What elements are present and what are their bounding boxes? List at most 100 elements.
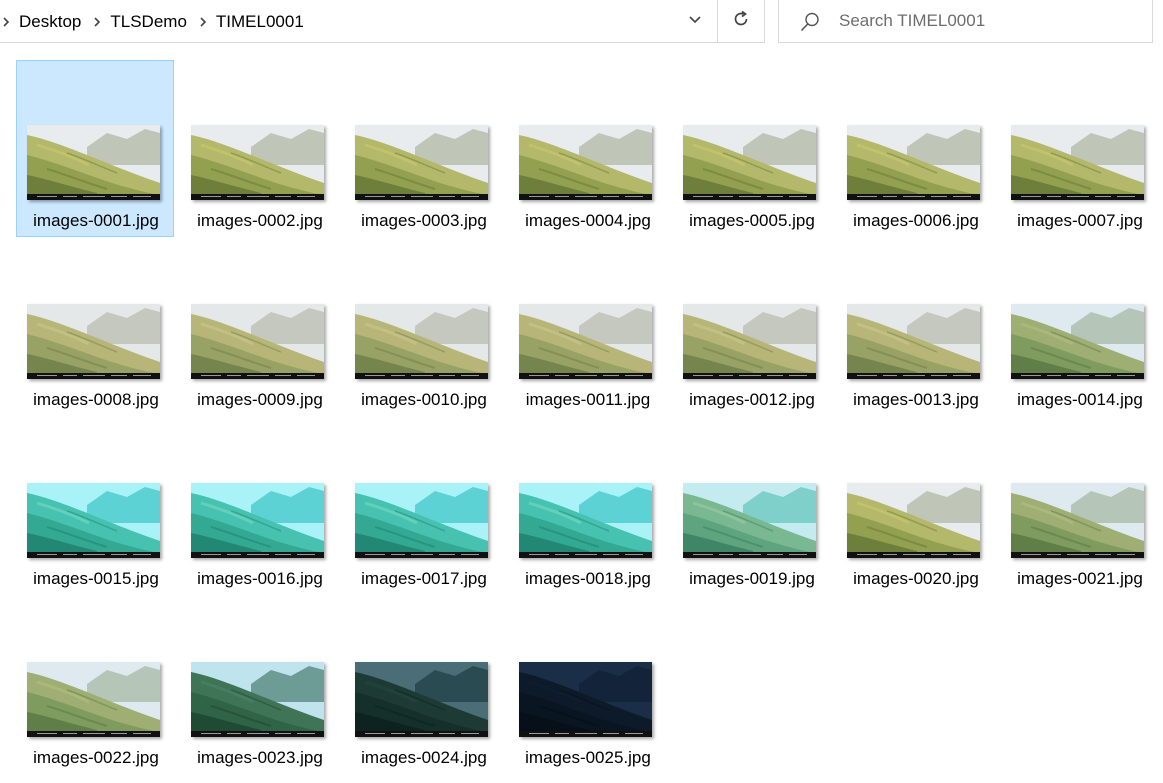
timestamp-strip [27, 552, 160, 558]
timestamp-strip [683, 194, 816, 200]
file-item[interactable]: images-0006.jpg [836, 60, 994, 237]
timestamp-strip [355, 731, 488, 737]
image-thumbnail [847, 483, 980, 558]
file-item[interactable]: images-0011.jpg [508, 239, 666, 416]
file-item[interactable]: images-0021.jpg [1000, 418, 1158, 595]
image-thumbnail [683, 304, 816, 379]
timestamp-strip [847, 194, 980, 200]
image-thumbnail [519, 125, 652, 200]
image-thumbnail [519, 304, 652, 379]
timestamp-strip [191, 552, 324, 558]
image-thumbnail [519, 662, 652, 737]
image-thumbnail [1011, 483, 1144, 558]
timestamp-strip [519, 731, 652, 737]
file-item[interactable]: images-0020.jpg [836, 418, 994, 595]
chevron-right-icon[interactable] [90, 15, 104, 29]
timestamp-strip [1011, 373, 1144, 379]
timestamp-strip [519, 194, 652, 200]
file-item[interactable]: images-0017.jpg [344, 418, 502, 595]
timestamp-strip [847, 552, 980, 558]
timestamp-strip [27, 731, 160, 737]
history-dropdown-button[interactable] [672, 0, 717, 43]
timestamp-strip [191, 194, 324, 200]
file-item[interactable]: images-0003.jpg [344, 60, 502, 237]
timestamp-strip [519, 373, 652, 379]
file-name: images-0005.jpg [689, 211, 815, 230]
file-item[interactable]: images-0010.jpg [344, 239, 502, 416]
file-item[interactable]: images-0012.jpg [672, 239, 830, 416]
file-name: images-0002.jpg [197, 211, 323, 230]
image-thumbnail [191, 483, 324, 558]
timestamp-strip [191, 373, 324, 379]
image-thumbnail [191, 125, 324, 200]
breadcrumb-timel0001[interactable]: TIMEL0001 [210, 12, 313, 32]
chevron-right-icon[interactable] [196, 15, 210, 29]
timestamp-strip [27, 373, 160, 379]
file-name: images-0020.jpg [853, 569, 979, 588]
image-thumbnail [847, 125, 980, 200]
file-item[interactable]: images-0025.jpg [508, 597, 666, 774]
file-item[interactable]: images-0007.jpg [1000, 60, 1158, 237]
breadcrumb-tlsdemo[interactable]: TLSDemo [104, 12, 196, 32]
image-thumbnail [847, 304, 980, 379]
file-item[interactable]: images-0019.jpg [672, 418, 830, 595]
file-name: images-0021.jpg [1017, 569, 1143, 588]
image-thumbnail [27, 304, 160, 379]
file-item[interactable]: images-0018.jpg [508, 418, 666, 595]
image-thumbnail [1011, 304, 1144, 379]
file-name: images-0008.jpg [33, 390, 159, 409]
timestamp-strip [847, 373, 980, 379]
file-name: images-0013.jpg [853, 390, 979, 409]
file-item[interactable]: images-0002.jpg [180, 60, 338, 237]
image-thumbnail [355, 662, 488, 737]
breadcrumb-desktop[interactable]: Desktop [13, 12, 90, 32]
file-item[interactable]: images-0009.jpg [180, 239, 338, 416]
image-thumbnail [519, 483, 652, 558]
timestamp-strip [1011, 194, 1144, 200]
file-name: images-0022.jpg [33, 748, 159, 767]
file-item[interactable]: images-0008.jpg [16, 239, 174, 416]
image-thumbnail [355, 304, 488, 379]
timestamp-strip [519, 552, 652, 558]
file-item[interactable]: images-0005.jpg [672, 60, 830, 237]
file-name: images-0004.jpg [525, 211, 651, 230]
file-item[interactable]: images-0016.jpg [180, 418, 338, 595]
file-name: images-0015.jpg [33, 569, 159, 588]
file-item[interactable]: images-0015.jpg [16, 418, 174, 595]
timestamp-strip [683, 552, 816, 558]
file-name: images-0007.jpg [1017, 211, 1143, 230]
search-icon [799, 11, 821, 33]
file-item[interactable]: images-0024.jpg [344, 597, 502, 774]
file-name: images-0023.jpg [197, 748, 323, 767]
file-item[interactable]: images-0001.jpg [16, 60, 174, 237]
timestamp-strip [355, 194, 488, 200]
image-thumbnail [683, 125, 816, 200]
chevron-right-icon[interactable] [0, 15, 13, 29]
file-name: images-0014.jpg [1017, 390, 1143, 409]
file-name: images-0017.jpg [361, 569, 487, 588]
timestamp-strip [191, 731, 324, 737]
file-name: images-0009.jpg [197, 390, 323, 409]
timestamp-strip [355, 373, 488, 379]
file-item[interactable]: images-0004.jpg [508, 60, 666, 237]
image-thumbnail [27, 483, 160, 558]
search-box[interactable] [778, 0, 1153, 43]
image-thumbnail [27, 662, 160, 737]
refresh-button[interactable] [717, 0, 764, 43]
file-name: images-0010.jpg [361, 390, 487, 409]
image-thumbnail [355, 125, 488, 200]
file-name: images-0018.jpg [525, 569, 651, 588]
timestamp-strip [1011, 552, 1144, 558]
search-input[interactable] [839, 10, 1139, 32]
image-thumbnail [355, 483, 488, 558]
file-name: images-0006.jpg [853, 211, 979, 230]
file-item[interactable]: images-0014.jpg [1000, 239, 1158, 416]
file-item[interactable]: images-0023.jpg [180, 597, 338, 774]
file-name: images-0011.jpg [525, 390, 651, 409]
timestamp-strip [683, 373, 816, 379]
file-item[interactable]: images-0022.jpg [16, 597, 174, 774]
address-bar[interactable]: Desktop TLSDemo TIMEL0001 [0, 0, 765, 43]
file-item[interactable]: images-0013.jpg [836, 239, 994, 416]
chevron-down-icon [687, 11, 703, 32]
file-name: images-0019.jpg [689, 569, 815, 588]
